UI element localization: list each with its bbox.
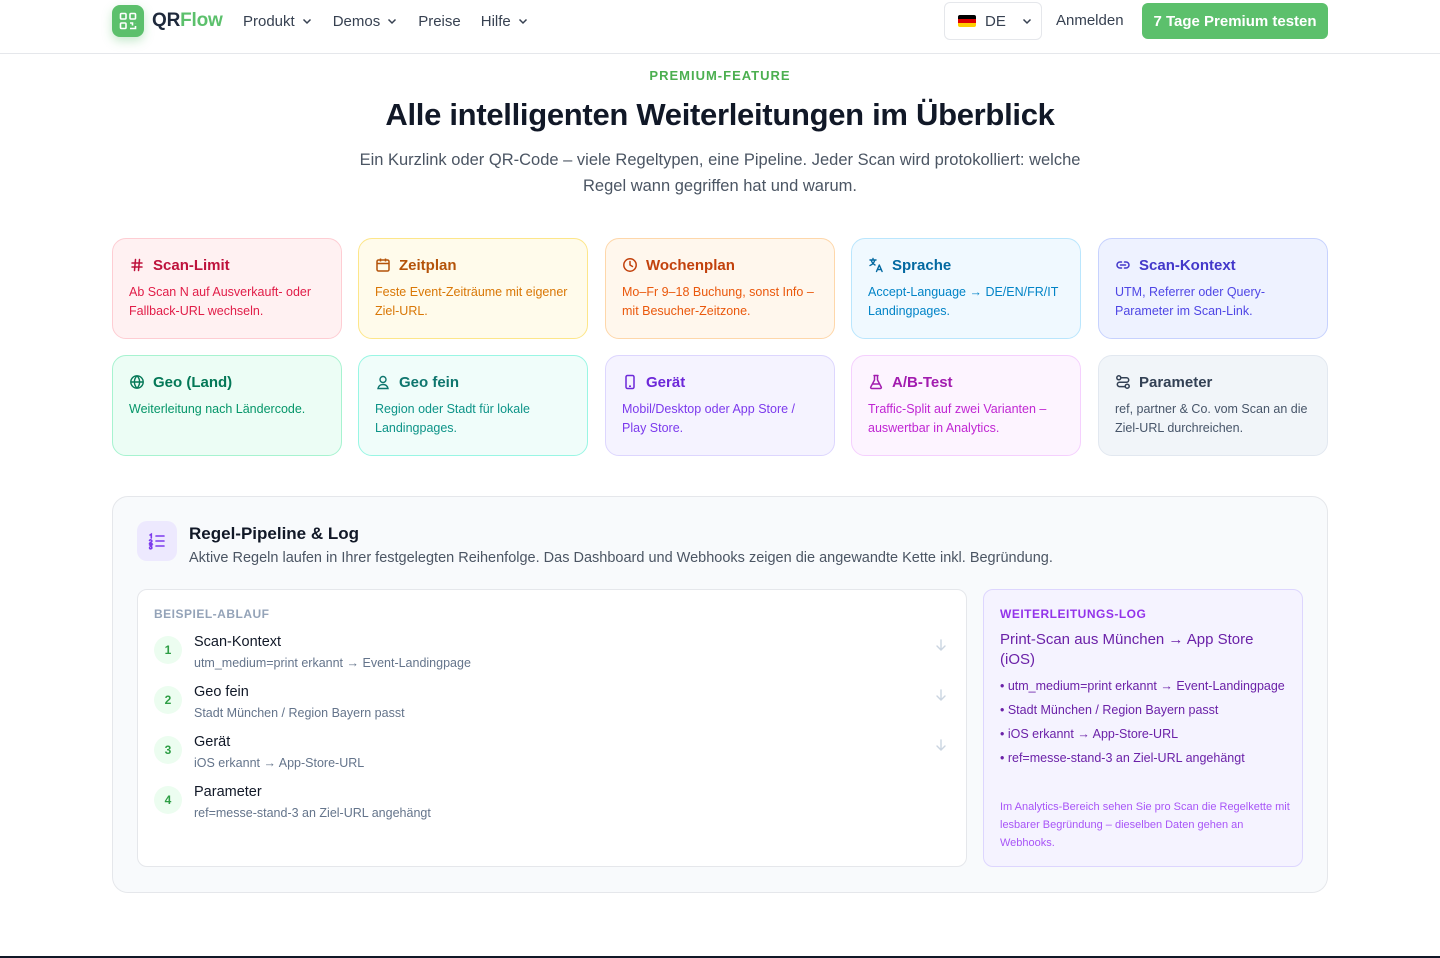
feature-card-scan-limit: Scan-Limit Ab Scan N auf Ausverkauft- od… [112,238,342,339]
german-flag-icon [958,15,976,27]
eyebrow-label: PREMIUM-FEATURE [649,68,791,83]
main-nav: Produkt Demos Preise Hilfe [243,12,529,30]
step-number: 2 [154,686,182,714]
card-description: ref, partner & Co. vom Scan an die Ziel-… [1115,402,1308,435]
premium-trial-button[interactable]: 7 Tage Premium testen [1142,3,1328,39]
route-icon [1116,375,1130,389]
card-title: Scan-Limit [153,256,230,274]
step-number: 3 [154,736,182,764]
brand-logo-part: Flow [180,10,223,31]
step-title: Parameter [194,784,262,800]
log-entry: • Stadt München / Region Bayern passt [1000,703,1219,717]
arrow-down-icon [936,639,946,651]
card-title: Zeitplan [399,256,457,274]
card-title: Geo fein [399,373,460,391]
login-link[interactable]: Anmelden [1056,12,1124,29]
site-header: QRFlow Produkt Demos Preise Hilfe DE Anm… [0,0,1440,54]
brand-logo[interactable]: QRFlow [152,10,223,32]
flow-step: 4 Parameter ref=messe-stand-3 an Ziel-UR… [154,784,954,828]
nav-item-demos[interactable]: Demos [333,12,399,30]
arrow-down-icon [936,689,946,701]
card-description: Region oder Stadt für lokale Landingpage… [375,402,530,435]
card-title: Geo (Land) [153,373,233,391]
flask-icon [869,374,883,390]
log-entry: • ref=messe-stand-3 an Ziel-URL angehäng… [1000,751,1245,765]
flow-step: 2 Geo fein Stadt München / Region Bayern… [154,684,954,728]
card-title: A/B-Test [892,373,953,391]
translate-icon [869,257,883,273]
step-title: Gerät [194,734,231,750]
card-description: Feste Event-Zeiträume mit eigener Ziel-U… [375,285,568,318]
link-icon [1116,261,1130,269]
step-description: iOS erkannt → App-Store-URL [194,756,365,770]
chevron-down-icon [518,18,527,25]
feature-card-parameter: Parameter ref, partner & Co. vom Scan an… [1098,355,1328,456]
card-description: UTM, Referrer oder Query-Parameter im Sc… [1115,285,1266,318]
card-description: Mobil/Desktop oder App Store / Play Stor… [622,402,796,435]
clock-icon [623,258,637,272]
nav-label: Demos [332,12,381,30]
example-flow-label: BEISPIEL-ABLAUF [154,607,270,621]
list-ordered-icon [137,521,177,561]
feature-card-geo-fein: Geo fein Region oder Stadt für lokale La… [358,355,588,456]
feature-card-scan-kontext: Scan-Kontext UTM, Referrer oder Query-Pa… [1098,238,1328,339]
arrow-down-icon [936,739,946,751]
page-subtitle: Ein Kurzlink oder QR-Code – viele Regelt… [359,151,1081,195]
card-description: Traffic-Split auf zwei Varianten – auswe… [868,402,1047,435]
card-description: Weiterleitung nach Ländercode. [129,402,306,416]
globe-icon [130,375,144,389]
feature-card-geraet: Gerät Mobil/Desktop oder App Store / Pla… [605,355,835,456]
location-user-icon [377,375,389,390]
nav-item-hilfe[interactable]: Hilfe [481,12,529,30]
pipeline-title: Regel-Pipeline & Log [189,524,360,543]
redirect-log-list: • utm_medium=print erkannt → Event-Landi… [1000,678,1290,774]
nav-item-preise[interactable]: Preise [418,12,461,30]
nav-label: Preise [418,12,461,30]
log-entry: • iOS erkannt → App-Store-URL [1000,727,1179,741]
step-description: utm_medium=print erkannt → Event-Landing… [194,656,471,670]
feature-card-geo-land: Geo (Land) Weiterleitung nach Ländercode… [112,355,342,456]
step-number: 4 [154,786,182,814]
page-title: Alle intelligenten Weiterleitungen im Üb… [385,97,1055,132]
flow-step: 3 Gerät iOS erkannt → App-Store-URL [154,734,954,778]
card-description: Ab Scan N auf Ausverkauft- oder Fallback… [129,285,312,318]
step-title: Geo fein [194,684,249,700]
chevron-down-icon [1022,18,1031,25]
flow-step: 1 Scan-Kontext utm_medium=print erkannt … [154,634,954,678]
nav-label: Hilfe [480,12,511,30]
redirect-log-note: Im Analytics-Bereich sehen Sie pro Scan … [1000,801,1290,849]
card-description: Mo–Fr 9–18 Buchung, sonst Info – mit Bes… [622,285,814,318]
card-title: Gerät [646,373,686,391]
chevron-down-icon [388,18,397,25]
language-code: DE [985,12,1006,30]
card-description: Accept-Language → DE/EN/FR/IT Landingpag… [868,285,1059,318]
card-title: Scan-Kontext [1139,256,1236,274]
log-entry: • utm_medium=print erkannt → Event-Landi… [1000,679,1285,693]
feature-card-zeitplan: Zeitplan Feste Event-Zeiträume mit eigen… [358,238,588,339]
redirect-log-title: Print-Scan aus München → App Store (iOS) [1000,631,1254,668]
feature-card-ab-test: A/B-Test Traffic-Split auf zwei Variante… [851,355,1081,456]
redirect-log-label: WEITERLEITUNGS-LOG [1000,607,1147,621]
card-title: Wochenplan [646,256,735,274]
step-number: 1 [154,636,182,664]
qr-logo-icon[interactable] [112,5,144,37]
pipeline-description: Aktive Regeln laufen in Ihrer festgelegt… [189,550,1053,566]
card-title: Sprache [892,256,952,274]
step-title: Scan-Kontext [194,634,282,650]
nav-label: Produkt [243,12,295,30]
card-title: Parameter [1139,373,1213,391]
brand-logo-part: QR [152,10,181,31]
smartphone-icon [625,374,635,390]
hash-icon [131,258,143,272]
step-description: ref=messe-stand-3 an Ziel-URL angehängt [194,806,431,820]
calendar-icon [376,258,390,272]
nav-item-produkt[interactable]: Produkt [243,12,313,30]
feature-card-sprache: Sprache Accept-Language → DE/EN/FR/IT La… [851,238,1081,339]
language-selector[interactable]: DE [944,2,1042,40]
chevron-down-icon [302,18,311,25]
step-description: Stadt München / Region Bayern passt [194,706,405,720]
feature-card-wochenplan: Wochenplan Mo–Fr 9–18 Buchung, sonst Inf… [605,238,835,339]
